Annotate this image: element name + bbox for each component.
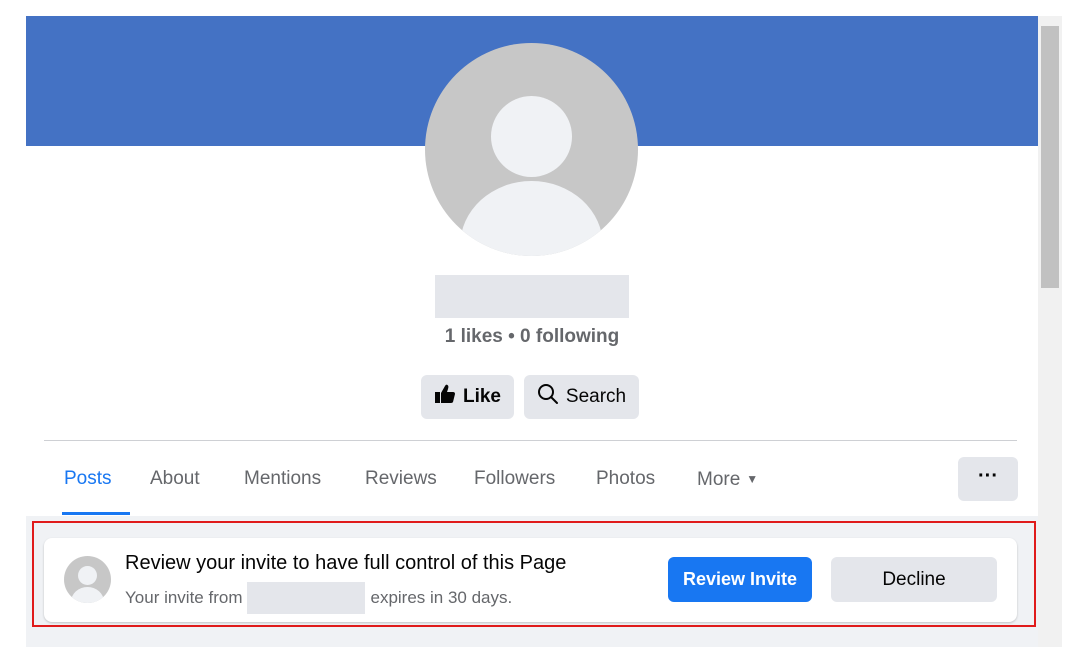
thumbs-up-icon [434, 384, 456, 410]
tab-more[interactable]: More ▼ [697, 456, 758, 516]
search-icon [537, 383, 559, 411]
avatar-body-silhouette [460, 181, 603, 256]
highlight-box [32, 521, 1036, 627]
tab-photos[interactable]: Photos [596, 456, 655, 516]
scrollbar-thumb[interactable] [1041, 26, 1059, 288]
more-options-button[interactable]: ··· [958, 457, 1018, 501]
tab-about[interactable]: About [150, 456, 200, 516]
search-button[interactable]: Search [524, 375, 639, 419]
page-name-redacted [435, 275, 629, 318]
tab-posts[interactable]: Posts [62, 456, 129, 516]
profile-picture[interactable] [425, 43, 638, 256]
tab-mentions[interactable]: Mentions [244, 456, 321, 516]
header-divider [44, 440, 1017, 441]
avatar-head-silhouette [491, 96, 572, 177]
tab-followers[interactable]: Followers [474, 456, 555, 516]
like-button[interactable]: Like [421, 375, 514, 419]
search-button-label: Search [565, 386, 627, 407]
page-stats: 1 likes • 0 following [444, 326, 620, 347]
caret-down-icon: ▼ [746, 472, 759, 486]
tab-reviews[interactable]: Reviews [365, 456, 437, 516]
like-button-label: Like [462, 386, 502, 407]
more-options-icon: ··· [978, 465, 998, 487]
